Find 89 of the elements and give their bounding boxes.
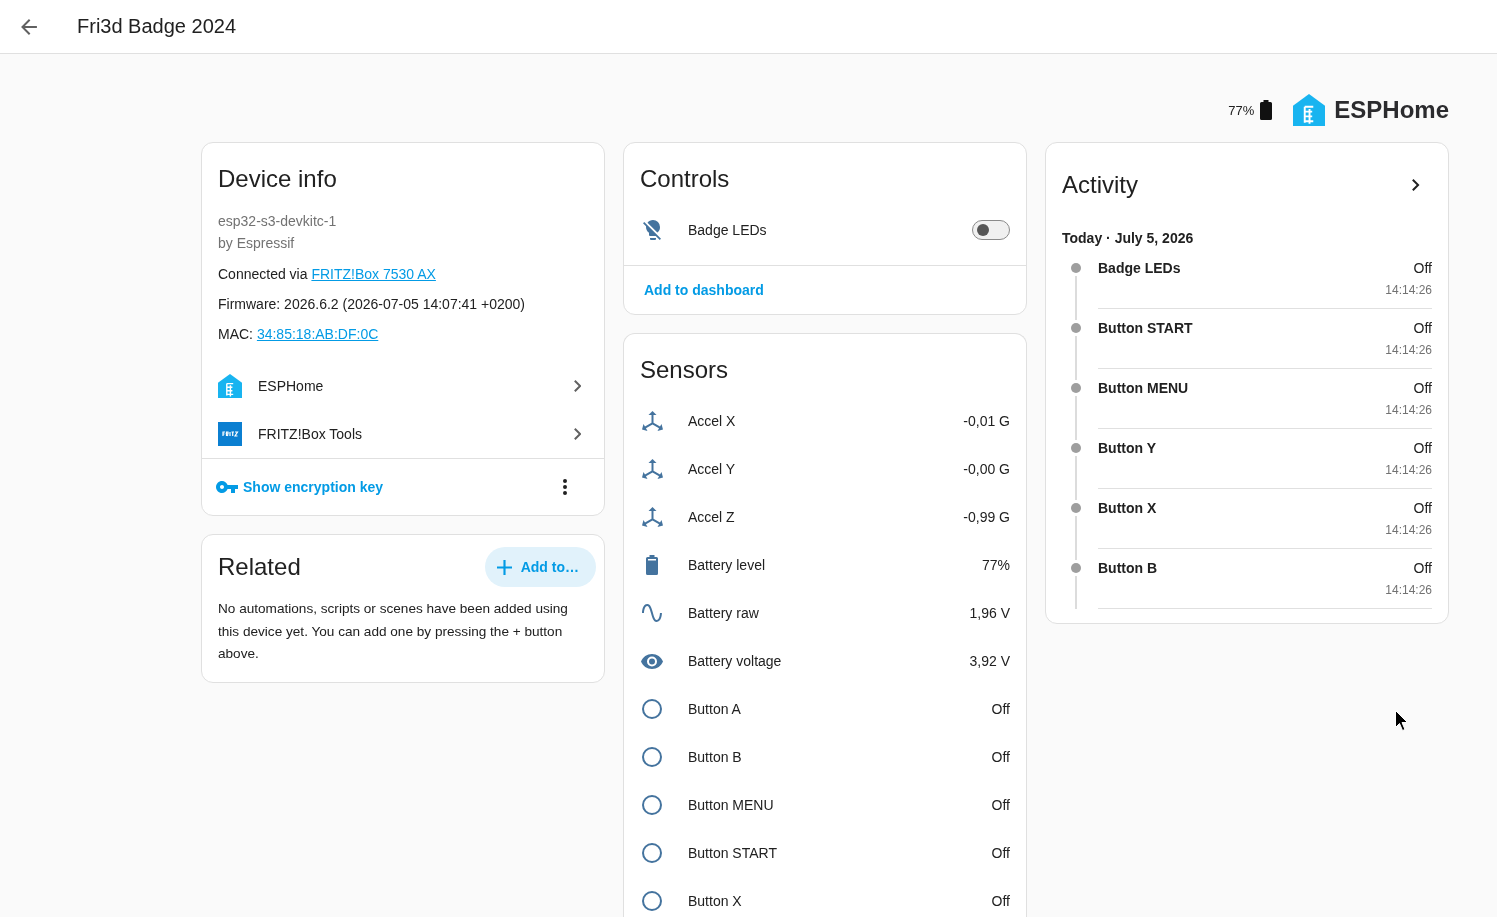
entity-value: 77% [981,557,1010,573]
related-text: No automations, scripts or scenes have been added using this device yet. You can add one by pressing the + button above. [218,600,569,663]
axis-arrows-icon [641,411,663,431]
card-title: Related [218,552,301,582]
timeline-dot-icon [1071,323,1081,333]
entity-value: Off [991,797,1010,813]
entity-name: Badge LEDs [688,222,768,238]
house-logo-icon [218,374,242,398]
entity-value: -0,01 G [963,413,1010,429]
card-title: Activity [1062,170,1138,200]
entry-time: 14:14:26 [1384,402,1432,419]
entry-state: Off [1413,439,1432,458]
mouse-pointer-icon [1395,710,1408,731]
entity-name: Accel Y [688,461,737,477]
battery-reading: 77% [1228,102,1255,118]
lightbulb-off-icon [643,220,661,240]
add-to-button[interactable]: Add to… [484,547,596,587]
brand-name: ESPHome [1334,96,1449,124]
manufacturer-text: by Espressif [218,234,296,253]
entry-state: Off [1413,319,1432,338]
entry-name: Button B [1098,559,1158,578]
connection-text: Connected via FRITZ!Box 7530 AX [218,265,437,284]
entity-name: Button A [688,701,742,717]
card-title: Controls [640,164,731,194]
entry-name: Button MENU [1098,379,1189,398]
key-icon [216,481,238,493]
timeline-dot-icon [1071,263,1081,273]
chevron-right-icon [573,428,581,440]
entity-name: Battery raw [688,605,760,621]
entity-name: Button START [688,845,778,861]
entity-value: -0,99 G [963,509,1010,525]
entity-value: Off [991,749,1010,765]
entity-name: Button MENU [688,797,775,813]
entry-time: 14:14:26 [1384,462,1432,479]
show-key-button[interactable]: Show encryption key [210,469,390,505]
card-title: Device info [218,164,338,194]
axis-arrows-icon [641,459,663,479]
battery-icon [646,555,658,575]
entry-name: Button START [1098,319,1193,338]
sine-wave-icon [642,604,662,622]
timeline-dot-icon [1071,503,1081,513]
integration-item[interactable]: ESPHome [202,362,604,410]
entry-state: Off [1413,259,1432,278]
chevron-right-icon [573,380,581,392]
square-logo-icon [218,422,242,446]
entity-value: 1,96 V [969,605,1010,621]
entity-value: Off [991,701,1010,717]
add-to-dashboard-button[interactable]: Add to dashboard [632,272,776,308]
entry-name: Button Y [1098,439,1157,458]
router-link[interactable]: FRITZ!Box 7530 AX [311,266,436,282]
entity-value: Off [991,845,1010,861]
entity-name: Battery voltage [688,653,783,669]
card-title: Sensors [640,355,730,385]
model-text: esp32-s3-devkitc-1 [218,212,338,231]
timeline-dot-icon [1071,443,1081,453]
integration-item[interactable]: FRITZ!Box Tools [202,410,604,458]
entity-name: Battery level [688,557,767,573]
back-arrow-icon [21,18,37,35]
eye-icon [641,653,663,669]
entry-state: Off [1413,499,1432,518]
mac-link[interactable]: 34:85:18:AB:DF:0C [256,326,379,342]
entity-name: Button B [688,749,743,765]
entity-name: Accel X [688,413,737,429]
entry-time: 14:14:26 [1384,342,1432,359]
entry-name: Badge LEDs [1098,259,1181,278]
toggle-switch[interactable] [972,220,1010,240]
entry-state: Off [1413,379,1432,398]
entry-state: Off [1413,559,1432,578]
entry-time: 14:14:26 [1384,282,1432,299]
axis-arrows-icon [641,507,663,527]
entry-time: 14:14:26 [1384,522,1432,539]
firmware-text: Firmware: 2026.6.2 (2026-07-05 14:07:41 +0200) [218,295,527,314]
mac-text: MAC: 34:85:18:AB:DF:0C [218,325,380,344]
page-title: Fri3d Badge 2024 [77,15,236,38]
entry-time: 14:14:26 [1384,582,1432,599]
timeline-dot-icon [1071,383,1081,393]
timeline-dot-icon [1071,563,1081,573]
dots-menu-icon [563,479,567,495]
date-heading: Today · July 5, 2026 [1062,229,1195,248]
chevron-right-icon [1412,179,1420,191]
entity-name: Button X [688,893,743,909]
house-logo-icon [1293,94,1326,126]
entity-value: Off [991,893,1010,909]
entry-name: Button X [1098,499,1157,518]
battery-icon [1260,100,1273,120]
entity-name: Accel Z [688,509,736,525]
entity-value: -0,00 G [963,461,1010,477]
entity-value: 3,92 V [969,653,1010,669]
plus-icon [496,559,512,575]
